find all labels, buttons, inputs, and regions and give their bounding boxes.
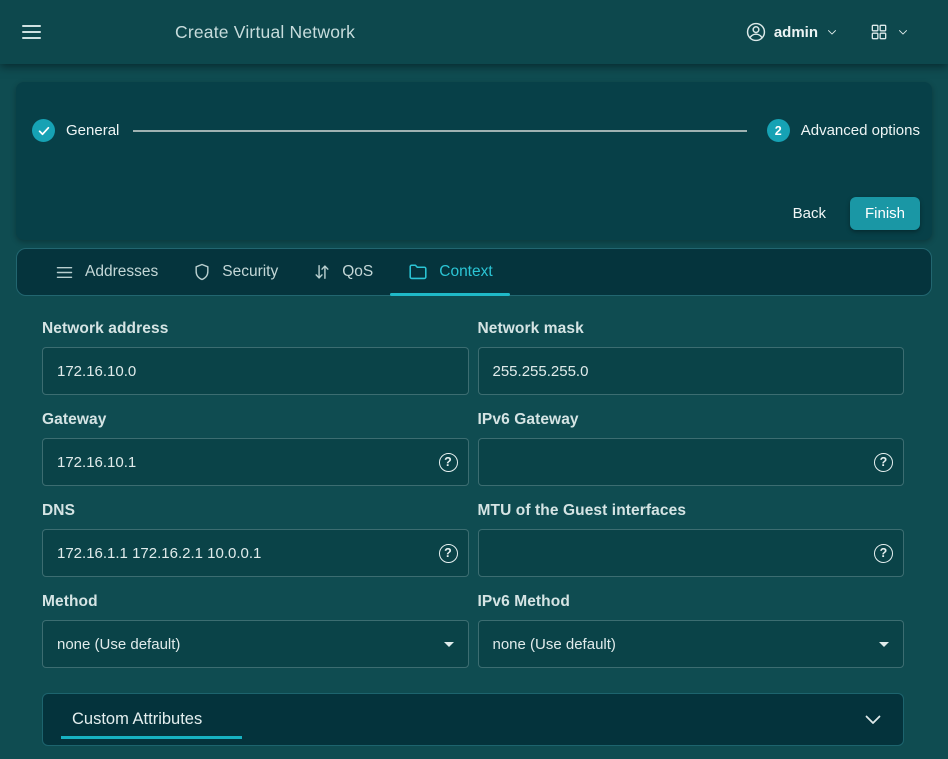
dns-input[interactable] bbox=[43, 530, 468, 576]
field-method: Method none (Use default) bbox=[42, 593, 469, 668]
help-icon[interactable]: ? bbox=[439, 453, 458, 472]
help-icon[interactable]: ? bbox=[874, 453, 893, 472]
tab-label: Addresses bbox=[85, 263, 158, 281]
help-icon[interactable]: ? bbox=[439, 544, 458, 563]
field-network-address: Network address bbox=[42, 320, 469, 395]
step-general-label[interactable]: General bbox=[66, 122, 119, 139]
menu-bar bbox=[22, 37, 41, 39]
network-address-input[interactable] bbox=[43, 348, 468, 394]
tab-label: QoS bbox=[342, 263, 373, 281]
ipv6-method-select[interactable]: none (Use default) bbox=[478, 620, 905, 668]
user-menu-button[interactable]: admin bbox=[745, 21, 839, 43]
field-label: IPv6 Method bbox=[478, 593, 905, 611]
field-label: MTU of the Guest interfaces bbox=[478, 502, 905, 520]
step-2-badge[interactable]: 2 bbox=[767, 119, 790, 142]
apps-menu-button[interactable] bbox=[869, 22, 910, 42]
text-control: ? bbox=[478, 529, 905, 577]
method-select-value: none (Use default) bbox=[43, 636, 194, 653]
text-control: ? bbox=[42, 529, 469, 577]
field-label: Network address bbox=[42, 320, 469, 338]
menu-bar bbox=[22, 31, 41, 33]
field-dns: DNS ? bbox=[42, 502, 469, 577]
field-label: Method bbox=[42, 593, 469, 611]
wizard-actions: Back Finish bbox=[26, 197, 920, 230]
step-2-number: 2 bbox=[775, 124, 782, 138]
app-bar: Create Virtual Network admin bbox=[0, 0, 948, 64]
field-label: Network mask bbox=[478, 320, 905, 338]
field-label: DNS bbox=[42, 502, 469, 520]
accordion-title-underline bbox=[61, 736, 242, 739]
tab-label: Security bbox=[222, 263, 278, 281]
tab-qos[interactable]: QoS bbox=[295, 249, 390, 295]
chevron-down-icon bbox=[825, 25, 839, 39]
menu-icon[interactable] bbox=[22, 25, 41, 39]
ipv6-gateway-input[interactable] bbox=[479, 439, 904, 485]
network-mask-input[interactable] bbox=[479, 348, 904, 394]
back-button[interactable]: Back bbox=[783, 199, 836, 228]
finish-button[interactable]: Finish bbox=[850, 197, 920, 230]
sort-arrows-icon bbox=[312, 262, 332, 282]
active-tab-indicator bbox=[390, 293, 509, 296]
step-advanced-label[interactable]: Advanced options bbox=[801, 122, 920, 139]
user-circle-icon bbox=[745, 21, 767, 43]
text-control: ? bbox=[42, 438, 469, 486]
caret-down-icon bbox=[879, 642, 889, 647]
stepper-card: General 2 Advanced options Back Finish bbox=[16, 82, 932, 240]
field-ipv6-method: IPv6 Method none (Use default) bbox=[478, 593, 905, 668]
field-ipv6-gateway: IPv6 Gateway ? bbox=[478, 411, 905, 486]
advanced-options-tabs: Addresses Security QoS Context bbox=[16, 248, 932, 296]
custom-attributes-accordion[interactable]: Custom Attributes bbox=[42, 693, 904, 746]
menu-bar bbox=[22, 25, 41, 27]
tab-context[interactable]: Context bbox=[390, 249, 509, 295]
wizard-content: General 2 Advanced options Back Finish A… bbox=[0, 82, 948, 746]
text-control: ? bbox=[478, 438, 905, 486]
ipv6-method-select-value: none (Use default) bbox=[479, 636, 630, 653]
field-label: Gateway bbox=[42, 411, 469, 429]
field-network-mask: Network mask bbox=[478, 320, 905, 395]
check-icon bbox=[37, 124, 51, 138]
help-icon[interactable]: ? bbox=[874, 544, 893, 563]
field-mtu: MTU of the Guest interfaces ? bbox=[478, 502, 905, 577]
mtu-input[interactable] bbox=[479, 530, 904, 576]
field-gateway: Gateway ? bbox=[42, 411, 469, 486]
apps-grid-icon bbox=[869, 22, 889, 42]
gateway-input[interactable] bbox=[43, 439, 468, 485]
tab-addresses[interactable]: Addresses bbox=[37, 249, 175, 295]
user-name: admin bbox=[774, 24, 818, 41]
text-control bbox=[478, 347, 905, 395]
accordion-title: Custom Attributes bbox=[72, 710, 202, 729]
field-label: IPv6 Gateway bbox=[478, 411, 905, 429]
page-title: Create Virtual Network bbox=[175, 22, 355, 43]
folder-icon bbox=[407, 261, 429, 283]
chevron-down-icon bbox=[865, 715, 881, 725]
wizard-stepper: General 2 Advanced options bbox=[26, 119, 920, 142]
tab-label: Context bbox=[439, 263, 492, 281]
chevron-down-icon bbox=[896, 25, 910, 39]
tab-security[interactable]: Security bbox=[175, 249, 295, 295]
list-icon bbox=[54, 262, 75, 283]
caret-down-icon bbox=[444, 642, 454, 647]
stepper-connector bbox=[133, 130, 746, 132]
method-select[interactable]: none (Use default) bbox=[42, 620, 469, 668]
shield-icon bbox=[192, 262, 212, 282]
text-control bbox=[42, 347, 469, 395]
step-completed-icon[interactable] bbox=[32, 119, 55, 142]
context-form: Network address Network mask Gateway ? I… bbox=[16, 296, 932, 746]
